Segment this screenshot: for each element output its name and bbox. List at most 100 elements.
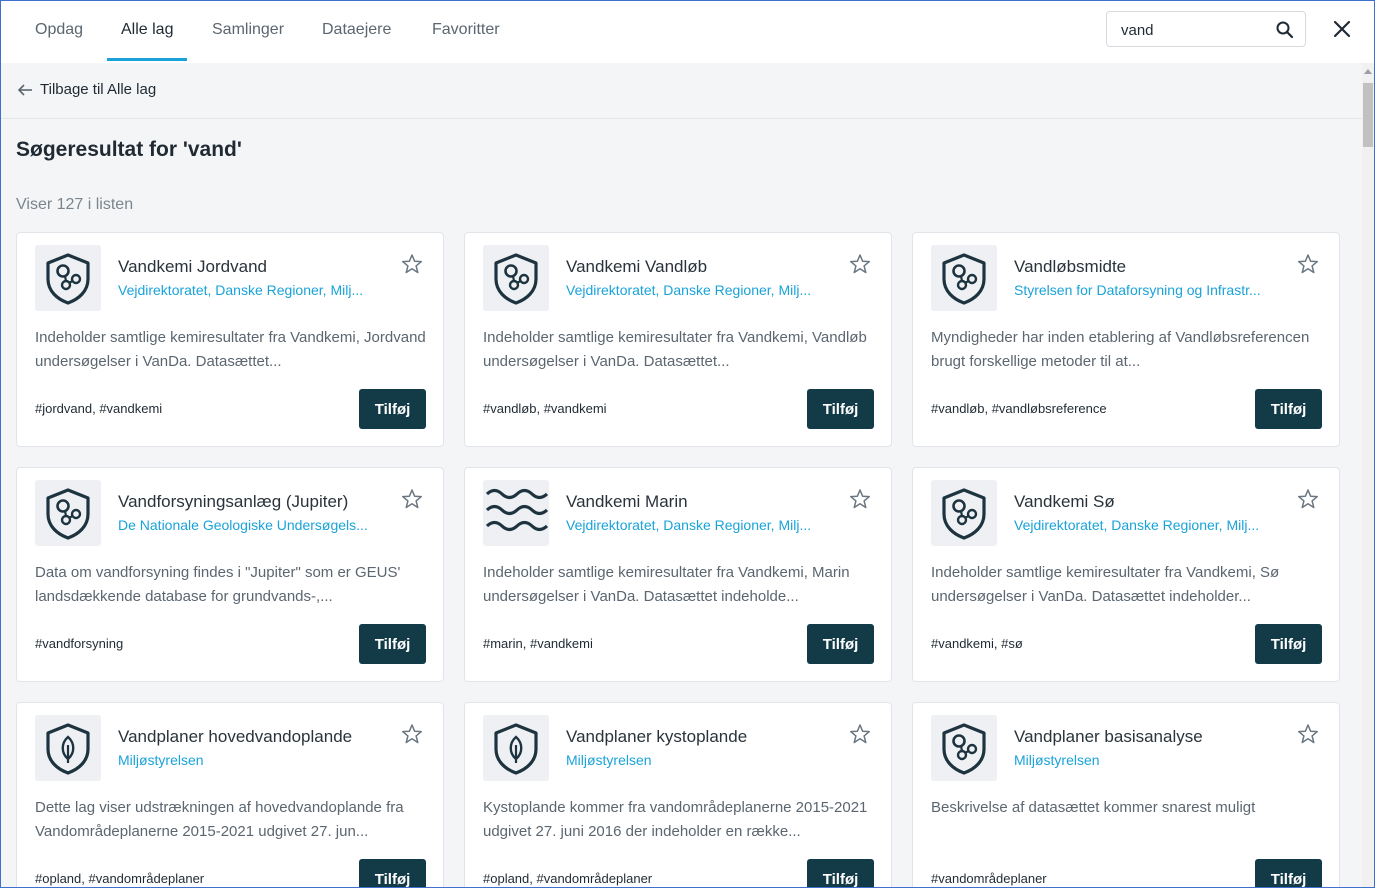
layer-description: Indeholder samtlige kemiresultater fra V…	[483, 329, 867, 370]
scroll-thumb[interactable]	[1363, 83, 1373, 147]
star-icon[interactable]	[849, 253, 871, 275]
layer-owner-link[interactable]: De Nationale Geologiske Undersøgels...	[118, 517, 383, 533]
layer-thumbnail	[35, 480, 101, 546]
add-layer-button[interactable]: Tilføj	[807, 859, 874, 887]
layer-title[interactable]: Vandkemi Marin	[566, 492, 688, 512]
layer-title[interactable]: Vandplaner hovedvandoplande	[118, 727, 352, 747]
layer-thumbnail	[35, 715, 101, 781]
layer-owner-link[interactable]: Vejdirektoratet, Danske Regioner, Milj..…	[1014, 517, 1279, 533]
shield-molecule-icon	[46, 488, 90, 540]
result-count: Viser 127 i listen	[16, 196, 134, 213]
layer-card[interactable]: Vandkemi Vandløb Vejdirektoratet, Danske …	[464, 232, 892, 447]
tab-dataejere[interactable]: Dataejere	[322, 1, 391, 61]
layer-description: Indeholder samtlige kemiresultater fra V…	[35, 329, 426, 370]
star-icon[interactable]	[401, 723, 423, 745]
tab-opdag[interactable]: Opdag	[35, 1, 83, 61]
layer-tags: #vandforsyning	[35, 636, 124, 651]
layer-description: Kystoplande kommer fra vandområdeplanern…	[483, 799, 868, 840]
add-layer-button[interactable]: Tilføj	[1255, 859, 1322, 887]
layer-title[interactable]: Vandløbsmidte	[1014, 257, 1126, 277]
shield-leaf-icon	[494, 723, 538, 775]
star-icon[interactable]	[849, 488, 871, 510]
shield-molecule-icon	[942, 723, 986, 775]
layer-tags: #jordvand, #vandkemi	[35, 401, 163, 416]
layer-thumbnail	[483, 245, 549, 311]
layer-title[interactable]: Vandkemi Jordvand	[118, 257, 267, 277]
search-input[interactable]	[1119, 18, 1273, 42]
layer-description: Data om vandforsyning findes i "Jupiter"…	[35, 564, 401, 605]
waves-icon	[485, 488, 549, 532]
layer-thumbnail	[483, 715, 549, 781]
layer-title[interactable]: Vandkemi Vandløb	[566, 257, 707, 277]
layer-title[interactable]: Vandkemi Sø	[1014, 492, 1115, 512]
layer-owner-link[interactable]: Miljøstyrelsen	[118, 752, 383, 768]
layer-thumbnail	[931, 480, 997, 546]
layer-owner-link[interactable]: Vejdirektoratet, Danske Regioner, Milj..…	[118, 282, 383, 298]
layer-thumbnail	[35, 245, 101, 311]
shield-molecule-icon	[494, 253, 538, 305]
star-icon[interactable]	[849, 723, 871, 745]
layer-owner-link[interactable]: Miljøstyrelsen	[566, 752, 831, 768]
layer-thumbnail	[483, 480, 549, 546]
layer-title[interactable]: Vandplaner kystoplande	[566, 727, 747, 747]
layer-card[interactable]: Vandplaner basisanalyse Miljøstyrelsen Bes…	[912, 702, 1340, 887]
star-icon[interactable]	[1297, 488, 1319, 510]
arrow-left-icon[interactable]	[17, 82, 33, 98]
layer-thumbnail	[931, 715, 997, 781]
layer-title[interactable]: Vandforsyningsanlæg (Jupiter)	[118, 492, 348, 512]
add-layer-button[interactable]: Tilføj	[359, 389, 426, 429]
star-icon[interactable]	[1297, 253, 1319, 275]
layer-thumbnail	[931, 245, 997, 311]
star-icon[interactable]	[401, 253, 423, 275]
add-layer-button[interactable]: Tilføj	[807, 624, 874, 664]
layer-card[interactable]: Vandplaner kystoplande Miljøstyrelsen Kyst…	[464, 702, 892, 887]
layer-card[interactable]: Vandkemi Marin Vejdirektoratet, Danske Re…	[464, 467, 892, 682]
layer-description: Indeholder samtlige kemiresultater fra V…	[483, 564, 850, 605]
shield-molecule-icon	[46, 253, 90, 305]
shield-molecule-icon	[942, 488, 986, 540]
tab-favoritter[interactable]: Favoritter	[432, 1, 500, 61]
layer-owner-link[interactable]: Vejdirektoratet, Danske Regioner, Milj..…	[566, 517, 831, 533]
add-layer-button[interactable]: Tilføj	[807, 389, 874, 429]
star-icon[interactable]	[1297, 723, 1319, 745]
shield-molecule-icon	[942, 253, 986, 305]
layer-tags: #vandløb, #vandkemi	[483, 401, 607, 416]
layer-description: Indeholder samtlige kemiresultater fra V…	[931, 564, 1280, 605]
layer-tags: #vandkemi, #sø	[931, 636, 1023, 651]
add-layer-button[interactable]: Tilføj	[359, 624, 426, 664]
layer-tags: #marin, #vandkemi	[483, 636, 593, 651]
star-icon[interactable]	[401, 488, 423, 510]
layer-tags: #vandløb, #vandløbsreference	[931, 401, 1107, 416]
app-window: Opdag Alle lag Samlinger Dataejere Favor…	[0, 0, 1375, 888]
layer-owner-link[interactable]: Miljøstyrelsen	[1014, 752, 1279, 768]
close-icon[interactable]	[1331, 18, 1353, 40]
back-row: Tilbage til Alle lag	[1, 63, 1362, 119]
layer-tags: #vandområdeplaner	[931, 871, 1047, 886]
tab-alle-lag[interactable]: Alle lag	[106, 1, 189, 61]
layer-owner-link[interactable]: Vejdirektoratet, Danske Regioner, Milj..…	[566, 282, 831, 298]
page-title: Søgeresultat for 'vand'	[16, 138, 242, 161]
layer-title[interactable]: Vandplaner basisanalyse	[1014, 727, 1203, 747]
layer-card[interactable]: Vandkemi Sø Vejdirektoratet, Danske Regio…	[912, 467, 1340, 682]
layer-owner-link[interactable]: Styrelsen for Dataforsyning og Infrastr.…	[1014, 282, 1279, 298]
layer-tags: #opland, #vandområdeplaner	[35, 871, 205, 886]
tab-samlinger[interactable]: Samlinger	[212, 1, 284, 61]
layer-card[interactable]: Vandforsyningsanlæg (Jupiter) De National…	[16, 467, 444, 682]
shield-leaf-icon	[46, 723, 90, 775]
search-icon[interactable]	[1275, 20, 1295, 40]
layer-description: Dette lag viser udstrækningen af hovedva…	[35, 799, 404, 840]
back-link[interactable]: Tilbage til Alle lag	[40, 81, 156, 98]
add-layer-button[interactable]: Tilføj	[1255, 389, 1322, 429]
layer-card[interactable]: Vandplaner hovedvandoplande Miljøstyrelse…	[16, 702, 444, 887]
top-nav: Opdag Alle lag Samlinger Dataejere Favor…	[1, 1, 1374, 64]
layer-description: Myndigheder har inden etablering af Vand…	[931, 329, 1310, 370]
layer-card[interactable]: Vandløbsmidte Styrelsen for Dataforsyning…	[912, 232, 1340, 447]
add-layer-button[interactable]: Tilføj	[1255, 624, 1322, 664]
scrollbar[interactable]	[1362, 63, 1374, 887]
add-layer-button[interactable]: Tilføj	[359, 859, 426, 887]
layer-card[interactable]: Vandkemi Jordvand Vejdirektoratet, Danske…	[16, 232, 444, 447]
layer-tags: #opland, #vandområdeplaner	[483, 871, 653, 886]
layer-description: Beskrivelse af datasættet kommer snarest…	[931, 799, 1256, 816]
search-box	[1106, 11, 1306, 47]
scroll-up-arrow[interactable]	[1364, 69, 1372, 74]
